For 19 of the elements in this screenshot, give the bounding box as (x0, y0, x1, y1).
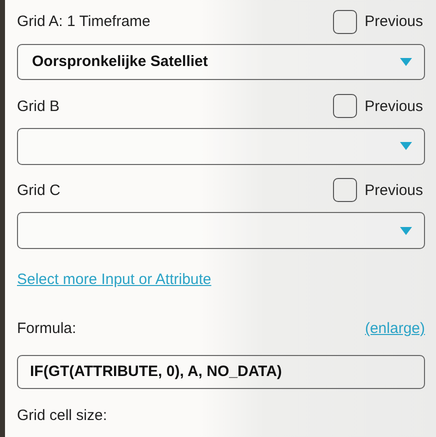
cell-size-label: Grid cell size: (17, 406, 108, 424)
previous-checkbox[interactable] (332, 178, 357, 202)
grid-label: Grid B (17, 98, 60, 115)
formula-label: Formula: (17, 320, 76, 338)
grid-dropdown[interactable]: Oorspronkelijke Satelliet (17, 44, 425, 80)
grid-label: Grid C (17, 182, 60, 199)
dropdown-caret-icon (400, 226, 412, 235)
grid-dropdown[interactable] (17, 212, 425, 249)
dropdown-caret-icon (400, 58, 412, 66)
grid-label: Grid A: 1 Timeframe (17, 13, 150, 30)
previous-label: Previous (364, 98, 423, 115)
previous-checkbox[interactable] (332, 10, 357, 34)
dropdown-value: Oorspronkelijke Satelliet (32, 53, 208, 70)
previous-label: Previous (364, 182, 423, 199)
formula-field[interactable]: IF(GT(ATTRIBUTE, 0), A, NO_DATA) (17, 354, 425, 390)
grid-dropdown[interactable] (17, 128, 425, 165)
dropdown-caret-icon (400, 142, 412, 150)
previous-checkbox[interactable] (332, 94, 357, 118)
previous-label: Previous (364, 13, 423, 30)
